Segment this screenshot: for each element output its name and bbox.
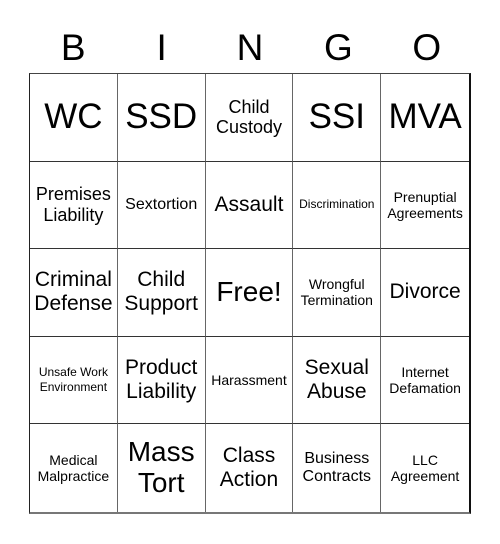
bingo-cell[interactable]: Product Liability (117, 336, 206, 425)
bingo-cell[interactable]: Criminal Defense (30, 249, 118, 337)
bingo-cell[interactable]: Child Custody (205, 74, 294, 162)
header-letter-i: I (156, 27, 167, 68)
bingo-cell[interactable]: LLC Agreement (381, 424, 469, 512)
header-letter-g: G (323, 27, 353, 68)
bingo-cell[interactable]: Mass Tort (118, 424, 206, 512)
bingo-header: B I N G O (29, 24, 471, 72)
bingo-cell[interactable]: Assault (205, 161, 294, 250)
bingo-cell[interactable]: WC (30, 74, 118, 162)
bingo-cell[interactable]: Sextortion (117, 161, 206, 250)
bingo-cell[interactable]: Premises Liability (30, 161, 118, 250)
bingo-cell[interactable]: Class Action (206, 424, 294, 512)
bingo-cell[interactable]: Prenuptial Agreements (381, 162, 469, 250)
free-space-cell[interactable]: Free! (205, 249, 294, 337)
bingo-cell[interactable]: Child Support (117, 249, 206, 337)
bingo-grid: WC SSD Child Custody SSI MVA Premises Li… (29, 73, 471, 514)
bingo-cell[interactable]: Divorce (381, 249, 469, 337)
bingo-cell[interactable]: Internet Defamation (381, 337, 469, 425)
bingo-cell[interactable]: MVA (381, 74, 469, 162)
bingo-cell[interactable]: Business Contracts (293, 424, 382, 512)
bingo-cell[interactable]: Medical Malpractice (30, 424, 118, 512)
header-letter-b: B (60, 27, 86, 68)
bingo-cell[interactable]: Discrimination (293, 161, 382, 250)
bingo-cell[interactable]: Unsafe Work Environment (30, 336, 118, 425)
bingo-cell[interactable]: Wrongful Termination (293, 249, 382, 337)
bingo-cell[interactable]: Harassment (205, 336, 294, 425)
header-letter-o: O (412, 27, 442, 68)
bingo-cell[interactable]: Sexual Abuse (293, 336, 382, 425)
header-letter-n: N (236, 27, 264, 68)
bingo-cell[interactable]: SSI (293, 74, 382, 162)
bingo-cell[interactable]: SSD (117, 74, 206, 162)
